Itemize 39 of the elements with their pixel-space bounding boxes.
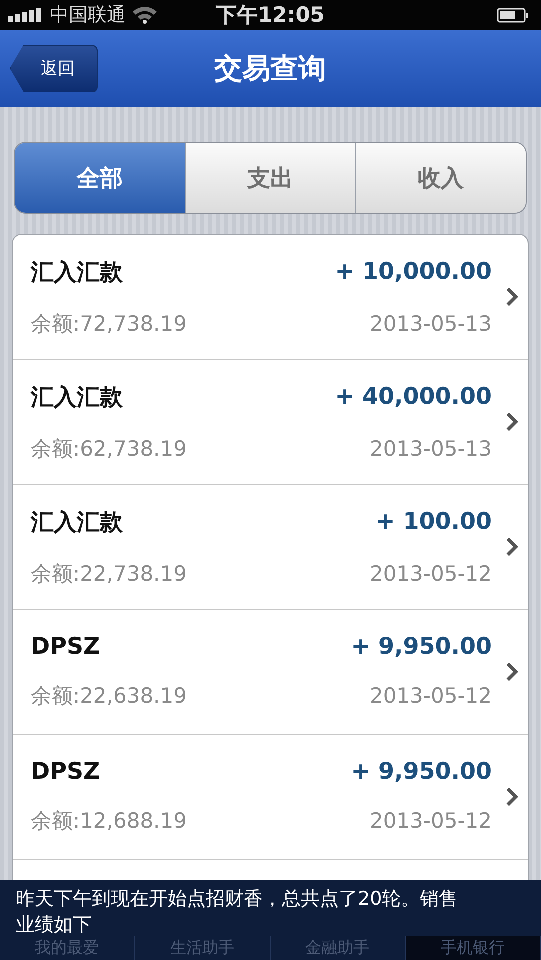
balance-text: 余额:22,638.19: [31, 683, 187, 710]
chevron-right-icon[interactable]: [506, 662, 518, 682]
balance-text: 余额:22,738.19: [31, 560, 187, 588]
wifi-icon: [132, 6, 158, 24]
chevron-right-icon[interactable]: [506, 537, 518, 557]
tab-bar-item[interactable]: 手机银行: [406, 936, 541, 960]
transaction-title[interactable]: 汇入汇款: [31, 382, 123, 412]
chevron-right-icon[interactable]: [506, 287, 518, 307]
chevron-right-icon[interactable]: [506, 412, 518, 432]
balance-text: 余额:12,688.19: [31, 808, 187, 835]
transaction-amount: + 10,000.00: [335, 259, 492, 285]
carrier-name: 中国联通: [50, 3, 126, 28]
page-title: 交易查询: [214, 50, 326, 86]
caption-text: 昨天下午到现在开始点招财香，总共点了20轮。销售业绩如下: [16, 887, 460, 938]
status-time: 下午12:05: [216, 2, 325, 29]
balance-text: 余额:62,738.19: [31, 436, 187, 462]
filter-tab[interactable]: 收入: [355, 143, 526, 213]
transaction-amount: + 9,950.00: [351, 759, 492, 785]
filter-tab[interactable]: 支出: [184, 143, 356, 213]
battery-icon: [497, 8, 529, 22]
tab-bar-item[interactable]: 生活助手: [135, 936, 270, 960]
transaction-amount: + 9,950.00: [351, 634, 492, 660]
transaction-date: 2013-05-12: [370, 684, 492, 708]
transaction-date: 2013-05-13: [370, 312, 492, 336]
tab-bar-item[interactable]: 我的最爱: [0, 936, 136, 960]
transaction-title[interactable]: 汇入汇款: [31, 506, 123, 538]
transaction-amount: + 40,000.00: [335, 384, 492, 410]
transaction-date: 2013-05-13: [370, 436, 492, 460]
transaction-amount: + 100.00: [376, 509, 492, 535]
transaction-title[interactable]: 汇入汇款: [31, 256, 123, 288]
filter-tab[interactable]: 全部: [15, 143, 185, 213]
back-button[interactable]: 返回: [10, 44, 98, 92]
transaction-date: 2013-05-12: [370, 562, 492, 586]
transaction-date: 2013-05-12: [370, 809, 492, 833]
balance-text: 余额:72,738.19: [31, 310, 187, 338]
signal-icon: [8, 8, 44, 22]
transaction-title[interactable]: DPSZ: [31, 634, 100, 660]
chevron-right-icon[interactable]: [506, 787, 518, 807]
transaction-title[interactable]: DPSZ: [31, 759, 100, 785]
